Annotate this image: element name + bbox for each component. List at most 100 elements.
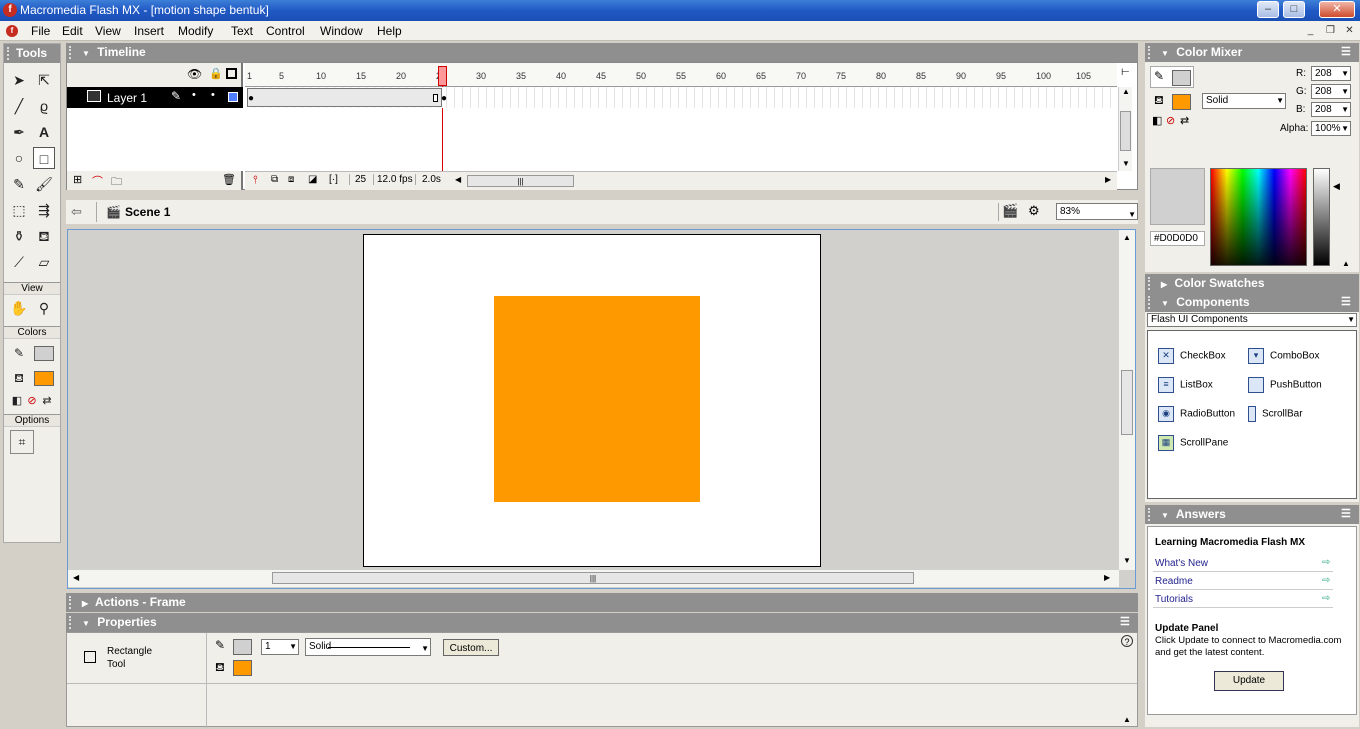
maximize-button[interactable]: □	[1283, 1, 1305, 18]
eyedropper-tool-icon[interactable]: ⟋	[8, 251, 30, 273]
component-set-dropdown[interactable]: Flash UI Components ▼	[1147, 313, 1357, 327]
scroll-left-icon[interactable]: ◀	[455, 175, 461, 184]
panel-menu-icon[interactable]: ☰	[1120, 613, 1130, 632]
grip-icon[interactable]	[1148, 277, 1154, 290]
actions-header[interactable]: ▶ Actions - Frame	[66, 593, 1138, 612]
readme-link[interactable]: Readme	[1155, 576, 1193, 587]
line-tool-icon[interactable]: ╱	[8, 95, 30, 117]
fill-style-dropdown[interactable]: Solid ▼	[1202, 93, 1286, 109]
fill-color-swatch[interactable]	[233, 660, 252, 676]
expand-arrow-icon[interactable]: ▶	[1161, 275, 1167, 294]
show-hide-eye-icon[interactable]: 👁	[187, 67, 202, 81]
expand-properties-icon[interactable]: ▲	[1123, 715, 1131, 724]
menu-help[interactable]: Help	[377, 24, 402, 38]
oval-tool-icon[interactable]: ○	[8, 147, 30, 169]
hex-value[interactable]: #D0D0D0	[1150, 231, 1205, 246]
timeline-options-icon[interactable]: ⊢	[1121, 67, 1130, 78]
scene-label[interactable]: Scene 1	[125, 205, 170, 219]
add-guide-layer-icon[interactable]: ⌒	[92, 173, 103, 189]
document-icon[interactable]: f	[6, 25, 18, 37]
scrollbar-component[interactable]: ScrollBar	[1248, 406, 1303, 422]
fill-transform-tool-icon[interactable]: ⇶	[33, 199, 55, 221]
listbox-component[interactable]: ≡ ListBox	[1158, 377, 1213, 393]
layer-color-icon[interactable]	[228, 92, 238, 102]
doc-close-button[interactable]: ✕	[1342, 24, 1357, 37]
menu-file[interactable]: File	[31, 24, 50, 38]
open-link-icon[interactable]: ⇨	[1322, 575, 1330, 586]
tools-header[interactable]: Tools	[4, 44, 60, 63]
stage-hscroll[interactable]: ◀ ||| ▶	[68, 570, 1119, 587]
whats-new-link[interactable]: What's New	[1155, 558, 1208, 569]
layer-row[interactable]: Layer 1 ✎ • •	[67, 87, 243, 108]
doc-minimize-button[interactable]: _	[1303, 24, 1318, 37]
color-spectrum[interactable]	[1210, 168, 1307, 266]
stroke-style-dropdown[interactable]: Solid ▼	[305, 638, 431, 656]
pencil-tool-icon[interactable]: ✎	[8, 173, 30, 195]
scroll-right-icon[interactable]: ▶	[1105, 175, 1111, 184]
back-arrow-icon[interactable]: ⇦	[71, 204, 82, 220]
onion-skin-icon[interactable]: ⧉	[271, 174, 278, 185]
visibility-dot-icon[interactable]: •	[192, 89, 196, 101]
hand-tool-icon[interactable]: ✋	[8, 297, 30, 319]
color-mixer-header[interactable]: ▼ Color Mixer ☰	[1145, 43, 1359, 62]
timeline-header[interactable]: ▼ Timeline	[66, 43, 1138, 62]
components-header[interactable]: ▼ Components ☰	[1145, 293, 1359, 312]
panel-menu-icon[interactable]: ☰	[1341, 293, 1351, 312]
lasso-tool-icon[interactable]: ϱ	[33, 95, 55, 117]
green-field[interactable]: 208 ▼	[1311, 84, 1351, 99]
lock-icon[interactable]: 🔒	[209, 67, 223, 80]
panel-menu-icon[interactable]: ☰	[1341, 43, 1351, 62]
grip-icon[interactable]	[1148, 296, 1154, 309]
tutorials-link[interactable]: Tutorials	[1155, 594, 1193, 605]
menu-insert[interactable]: Insert	[134, 24, 164, 38]
edit-multiple-frames-icon[interactable]: ◪	[308, 174, 317, 185]
grip-icon[interactable]	[7, 47, 13, 60]
outline-icon[interactable]	[226, 68, 237, 79]
center-frame-icon[interactable]: ⫯	[253, 174, 258, 187]
subselect-tool-icon[interactable]: ⇱	[33, 69, 55, 91]
collapse-arrow-icon[interactable]: ▼	[1161, 506, 1169, 525]
collapse-arrow-icon[interactable]: ▼	[82, 614, 90, 633]
stroke-color-swatch[interactable]	[233, 639, 252, 655]
paint-bucket-tool-icon[interactable]: ⛾	[33, 225, 55, 247]
orange-rectangle-shape[interactable]	[494, 296, 700, 502]
delete-layer-icon[interactable]: 🗑	[222, 173, 236, 186]
checkbox-component[interactable]: ✕ CheckBox	[1158, 348, 1226, 364]
open-link-icon[interactable]: ⇨	[1322, 593, 1330, 604]
insert-layer-icon[interactable]: ⊞	[73, 173, 82, 186]
grip-icon[interactable]	[69, 46, 75, 59]
insert-folder-icon[interactable]: 🗀	[111, 173, 122, 192]
help-icon[interactable]: ?	[1121, 635, 1133, 647]
collapse-arrow-icon[interactable]: ▼	[1161, 294, 1169, 313]
timeline-vscroll[interactable]: ▲ ▼	[1118, 87, 1132, 171]
doc-restore-button[interactable]: ❐	[1323, 24, 1338, 37]
collapse-arrow-icon[interactable]: ▼	[82, 44, 90, 63]
menu-window[interactable]: Window	[320, 24, 363, 38]
grip-icon[interactable]	[1148, 508, 1154, 521]
arrow-tool-icon[interactable]: ➤	[8, 69, 30, 91]
scrollpane-component[interactable]: ▦ ScrollPane	[1158, 435, 1228, 451]
rectangle-tool-icon[interactable]: □	[33, 147, 55, 169]
custom-button[interactable]: Custom...	[443, 639, 499, 656]
black-white-icon[interactable]: ◧	[1152, 114, 1162, 127]
flash-app-icon[interactable]: f	[3, 3, 17, 17]
eraser-tool-icon[interactable]: ▱	[33, 251, 55, 273]
playhead[interactable]	[438, 66, 447, 86]
radiobutton-component[interactable]: ◉ RadioButton	[1158, 406, 1235, 422]
collapse-mixer-icon[interactable]: ▲	[1342, 259, 1350, 268]
stroke-color-swatch[interactable]	[1172, 70, 1191, 86]
ink-bottle-tool-icon[interactable]: ⚱	[8, 225, 30, 247]
zoom-dropdown[interactable]: 83% ▼	[1056, 203, 1138, 220]
modify-onion-markers-icon[interactable]: [·]	[329, 174, 338, 185]
panel-menu-icon[interactable]: ☰	[1341, 505, 1351, 524]
open-link-icon[interactable]: ⇨	[1322, 557, 1330, 568]
stage-vscroll[interactable]: ▲ ▼	[1119, 230, 1135, 570]
grip-icon[interactable]	[1148, 46, 1154, 59]
stroke-color-swatch[interactable]	[34, 346, 54, 361]
lock-dot-icon[interactable]: •	[211, 89, 215, 101]
onion-skin-outlines-icon[interactable]: ⧈	[288, 174, 294, 185]
properties-header[interactable]: ▼ Properties ☰	[66, 613, 1138, 632]
stroke-width-field[interactable]: 1 ▼	[261, 639, 299, 655]
combobox-component[interactable]: ▾ ComboBox	[1248, 348, 1319, 364]
menu-edit[interactable]: Edit	[62, 24, 83, 38]
